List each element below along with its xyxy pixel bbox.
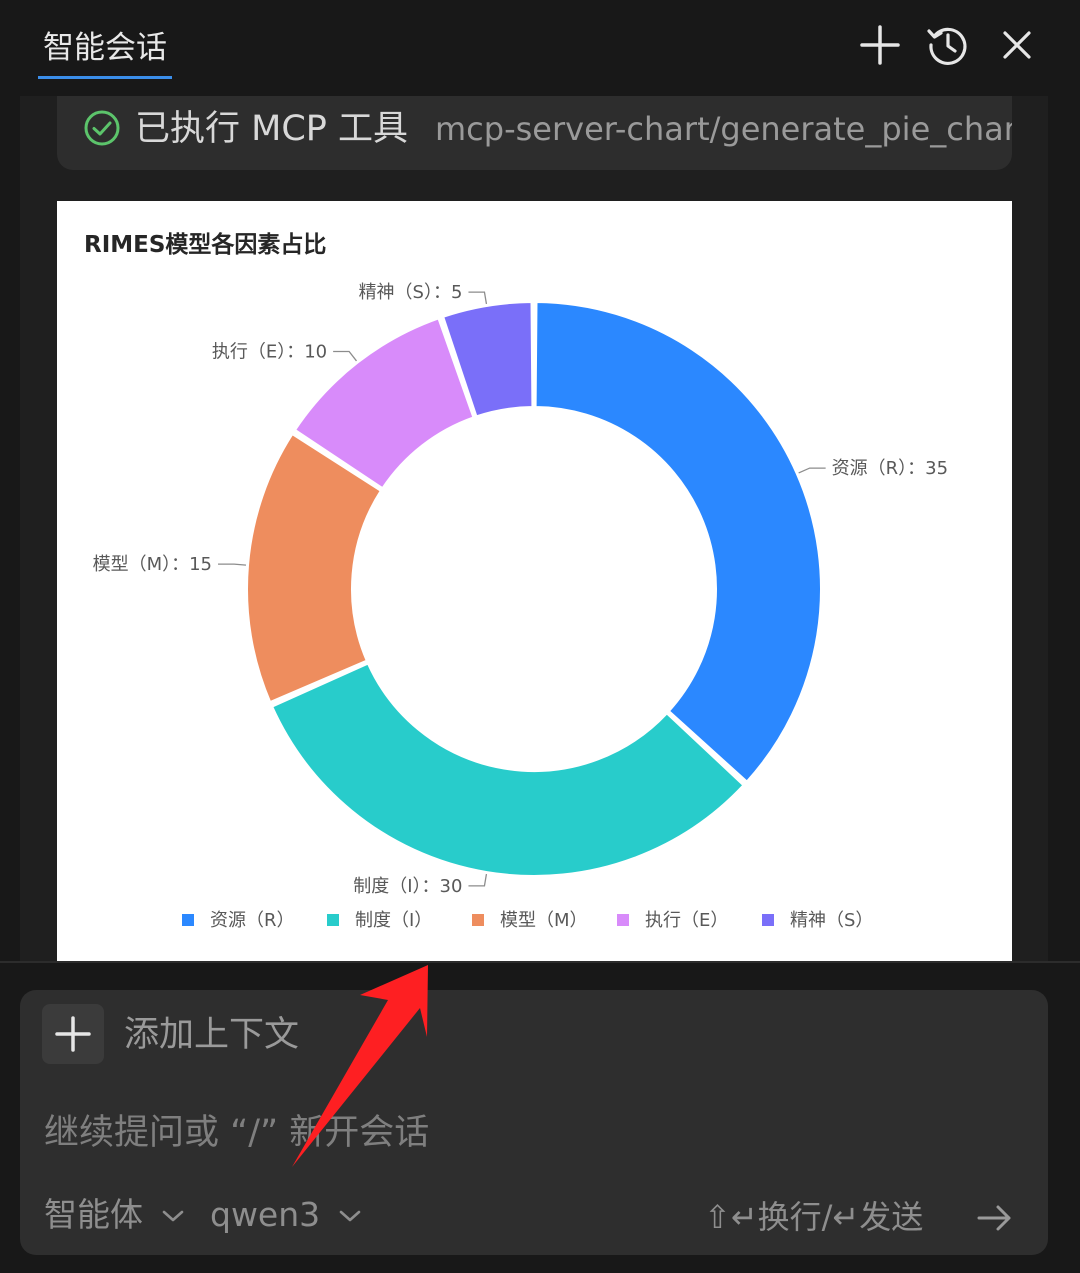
check-circle-icon [84, 110, 120, 146]
slice-leader-line [218, 563, 247, 566]
chevron-down-icon [162, 1210, 183, 1222]
tool-status-label: 已执行 MCP 工具 [135, 109, 408, 149]
send-arrow-icon[interactable] [975, 1198, 1015, 1238]
panel-header: 智能会话 [0, 0, 1080, 96]
chevron-down-icon [339, 1210, 360, 1222]
tool-call-card[interactable]: 已执行 MCP 工具 mcp-server-chart/generate_pie… [57, 96, 1012, 170]
donut-slice [271, 662, 745, 877]
legend-marker [327, 914, 339, 926]
input-panel: 添加上下文 继续提问或 “/” 新开会话 智能体 qwen3 ⇧↵换行/↵发送 [20, 990, 1048, 1255]
legend-item[interactable]: 执行（E） [645, 910, 728, 931]
slice-label: 精神（S）：5 [359, 282, 463, 303]
model-selector-label: qwen3 [210, 1195, 321, 1234]
slice-label: 模型（M）：15 [93, 554, 212, 575]
slice-leader-line [468, 291, 488, 305]
tab-smart-chat[interactable]: 智能会话 [38, 24, 172, 80]
history-icon[interactable] [925, 22, 971, 68]
slice-label: 资源（R）：35 [832, 458, 948, 479]
slice-label: 执行（E）：10 [212, 341, 327, 362]
add-context-button[interactable] [42, 1004, 104, 1064]
legend-item[interactable]: 资源（R） [210, 910, 295, 931]
legend-marker [762, 914, 774, 926]
add-context-label[interactable]: 添加上下文 [124, 1010, 299, 1060]
legend-marker [472, 914, 484, 926]
chart-title: RIMES模型各因素占比 [84, 231, 326, 258]
legend-marker [617, 914, 629, 926]
slice-leader-line [468, 873, 488, 887]
legend-item[interactable]: 模型（M） [500, 910, 588, 931]
tab-active-indicator [38, 76, 172, 79]
shortcut-hint: ⇧↵换行/↵发送 [704, 1198, 924, 1236]
donut-slice [534, 301, 822, 783]
message-input[interactable]: 继续提问或 “/” 新开会话 [44, 1108, 429, 1158]
tool-name: mcp-server-chart/generate_pie_char [435, 110, 1012, 148]
agent-selector[interactable]: 智能体 [44, 1190, 186, 1240]
legend-marker [182, 914, 194, 926]
plus-icon [55, 1016, 91, 1052]
agent-selector-label: 智能体 [44, 1195, 143, 1234]
conversation-area[interactable]: 已执行 MCP 工具 mcp-server-chart/generate_pie… [20, 96, 1048, 962]
model-selector[interactable]: qwen3 [210, 1190, 363, 1240]
donut-chart: RIMES模型各因素占比 资源（R）：35 制度（I）：30 模型（M）：15 执行（… [84, 231, 948, 931]
slice-label: 制度（I）：30 [353, 876, 462, 897]
legend-item[interactable]: 制度（I） [355, 910, 432, 931]
legend-item[interactable]: 精神（S） [790, 910, 873, 931]
panel-divider [0, 961, 1080, 963]
chart-card: RIMES模型各因素占比 资源（R）：35 制度（I）：30 模型（M）：15 执行（… [57, 201, 1012, 962]
plus-icon[interactable] [857, 22, 903, 68]
close-icon[interactable] [994, 22, 1040, 68]
slice-leader-line [798, 467, 826, 474]
slice-leader-line [333, 350, 358, 362]
